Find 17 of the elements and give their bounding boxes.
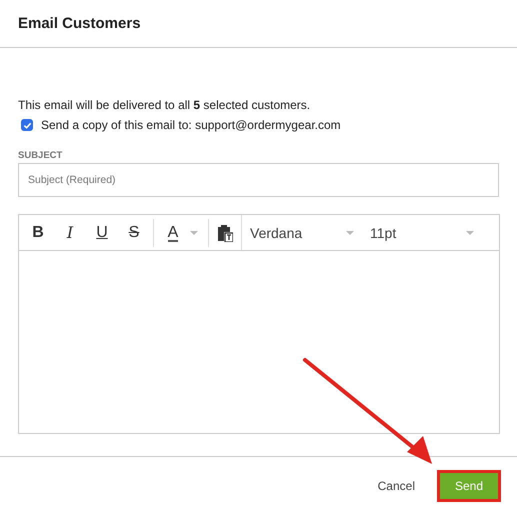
cancel-button[interactable]: Cancel: [372, 470, 421, 502]
text-color-button[interactable]: A: [158, 218, 188, 246]
font-size-dropdown[interactable]: 11pt: [362, 218, 482, 246]
subject-field[interactable]: Subject (Required): [18, 163, 499, 197]
notice-text: This email will be delivered to all 5 selected customers.: [18, 98, 312, 112]
bold-button[interactable]: B: [23, 218, 53, 246]
italic-button[interactable]: I: [55, 218, 85, 246]
paste-text-icon[interactable]: [217, 224, 233, 242]
copy-checkbox[interactable]: [21, 119, 33, 131]
dialog-title: Email Customers: [18, 15, 141, 32]
strike-button[interactable]: S: [119, 218, 149, 246]
font-dropdown[interactable]: Verdana: [242, 218, 362, 246]
subject-label: SUBJECT: [18, 150, 64, 161]
caret-icon: [466, 230, 474, 234]
caret-icon: [346, 230, 354, 234]
checkbox-label: Send a copy of this email to: support@ordermygear.com: [41, 118, 341, 132]
underline-button[interactable]: U: [87, 218, 117, 246]
